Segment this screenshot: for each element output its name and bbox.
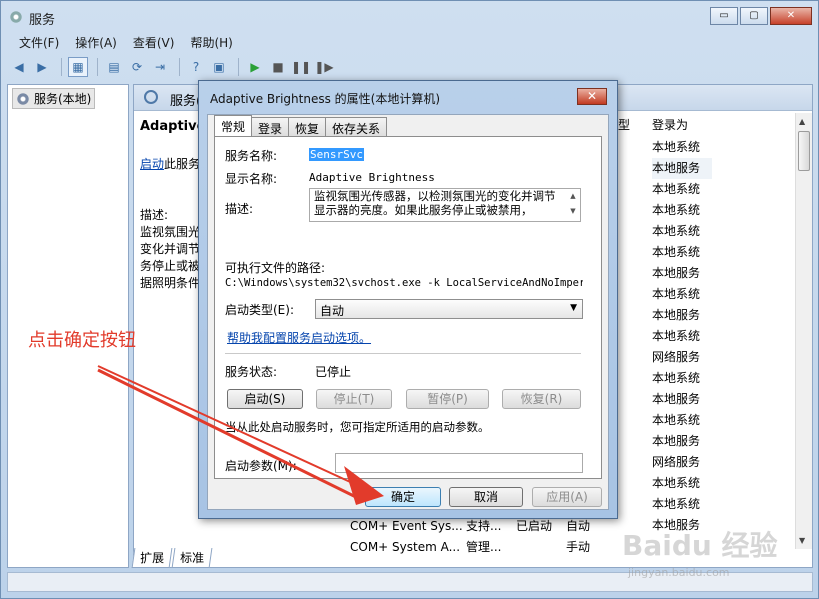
watermark-logo: Baidu 经验	[622, 529, 778, 562]
watermark-url: jingyan.baidu.com	[628, 566, 730, 579]
annotation-arrow-icon	[97, 365, 384, 505]
